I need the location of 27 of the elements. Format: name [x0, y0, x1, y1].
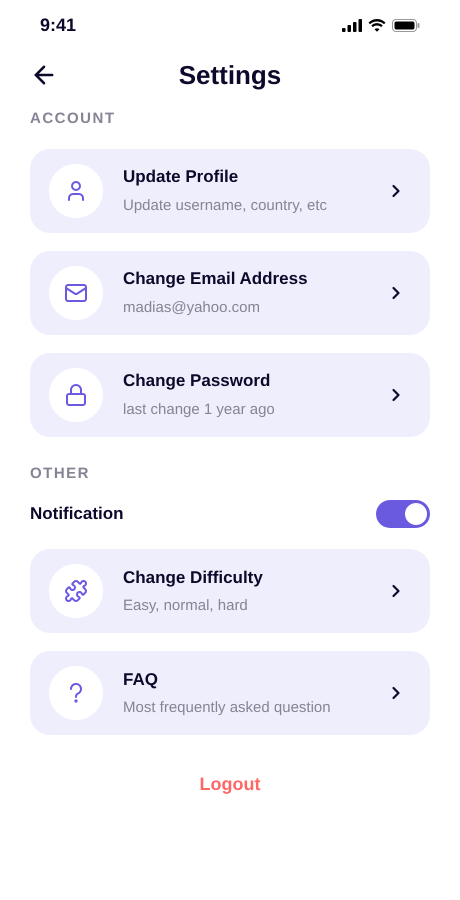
item-title: Update Profile: [123, 166, 240, 188]
item-title: Change Difficulty: [123, 566, 264, 589]
section-header: OTHER: [30, 464, 91, 484]
settings-item[interactable]: Change Email Address madias@yahoo.com: [30, 250, 430, 334]
question-mark-icon: [69, 683, 83, 703]
notification-label: Notification: [30, 503, 124, 526]
signal-icon: [342, 18, 362, 32]
item-title: Change Email Address: [123, 268, 309, 290]
page-title: Settings: [178, 58, 282, 92]
item-subtitle: madias@yahoo.com: [123, 298, 261, 318]
item-subtitle: Update username, country, etc: [123, 196, 328, 216]
settings-item[interactable]: Update Profile Update username, country, etc: [30, 148, 430, 232]
status-time: 9:41: [40, 14, 76, 36]
settings-item[interactable]: FAQ Most frequently asked question: [30, 651, 430, 735]
settings-item[interactable]: Change Password last change 1 year ago: [30, 352, 430, 436]
wifi-icon: [368, 18, 386, 32]
notification-toggle[interactable]: [376, 500, 430, 528]
puzzle-icon: [64, 579, 88, 603]
item-subtitle: Most frequently asked question: [123, 698, 332, 718]
item-subtitle: Easy, normal, hard: [123, 596, 249, 616]
item-title: Change Password: [123, 370, 272, 392]
section-header: ACCOUNT: [30, 109, 116, 129]
battery-icon: [392, 18, 420, 32]
item-subtitle: last change 1 year ago: [123, 400, 276, 420]
item-title: FAQ: [123, 668, 159, 690]
settings-item[interactable]: Change Difficulty Easy, normal, hard: [30, 549, 430, 633]
lock-icon: [64, 382, 88, 406]
